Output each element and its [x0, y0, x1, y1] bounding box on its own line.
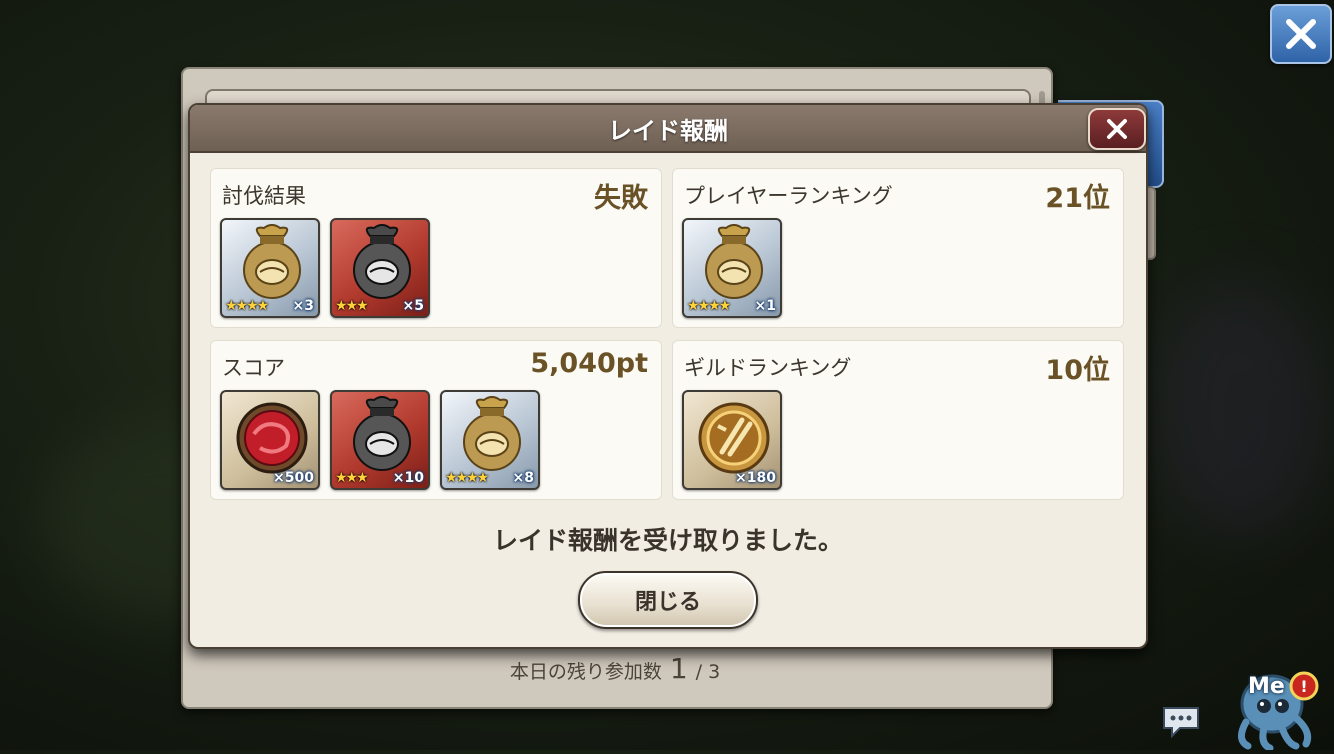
silver-pouch-icon — [243, 224, 301, 299]
reward-items: ★★★★ ×3 ★★★ ×5 — [220, 218, 430, 318]
rarity-stars: ★★★★ — [225, 298, 269, 314]
close-button[interactable]: 閉じる — [578, 571, 758, 629]
item-quantity: ×3 — [292, 298, 314, 314]
received-message: レイド報酬を受け取りました。 — [492, 526, 843, 555]
section-guild-ranking: ギルドランキング 10位 ×180 — [672, 340, 1124, 500]
chat-icon[interactable] — [1160, 704, 1202, 740]
rarity-stars: ★★★ — [335, 470, 369, 486]
item-quantity: ×10 — [392, 470, 424, 486]
section-value: 21位 — [1045, 183, 1110, 214]
mascot-label: Me — [1248, 674, 1285, 699]
dialog-header: レイド報酬 — [190, 105, 1146, 153]
close-icon — [1286, 19, 1316, 49]
rarity-stars: ★★★ — [335, 298, 369, 314]
top-close-button[interactable] — [1270, 4, 1332, 64]
reward-item[interactable]: ★★★ ×10 — [330, 390, 430, 490]
close-icon — [1107, 119, 1127, 139]
mascot-me-button[interactable]: ! Me — [1226, 656, 1326, 754]
dark-pouch-icon — [353, 224, 411, 299]
item-quantity: ×8 — [512, 470, 534, 486]
silver-pouch-icon — [705, 224, 763, 299]
rarity-stars: ★★★★ — [687, 298, 731, 314]
mascot-icon: ! — [1238, 671, 1319, 752]
guild-medal-icon — [698, 402, 770, 474]
reward-items: ×500 ★★★ ×10 ★★★★ ×8 — [220, 390, 540, 490]
reward-item[interactable]: ×180 — [682, 390, 782, 490]
reward-item[interactable]: ★★★★ ×8 — [440, 390, 540, 490]
section-value: 5,040pt — [530, 348, 648, 379]
dark-pouch-icon — [353, 396, 411, 471]
section-value: 失敗 — [594, 183, 648, 214]
section-defeat-result: 討伐結果 失敗 ★★★★ ×3 ★★★ ×5 — [210, 168, 662, 328]
section-title: スコア — [222, 356, 285, 380]
reward-item[interactable]: ★★★★ ×1 — [682, 218, 782, 318]
background-shadow — [1150, 280, 1330, 540]
remaining-participations: 本日の残り参加数 1 / 3 — [181, 652, 1049, 692]
item-quantity: ×5 — [402, 298, 424, 314]
reward-item[interactable]: ★★★★ ×3 — [220, 218, 320, 318]
raid-reward-dialog: レイド報酬 討伐結果 失敗 ★★★★ ×3 ★★★ ×5 プレイヤーランキング 21位… — [188, 103, 1148, 649]
remaining-total: / 3 — [695, 661, 721, 683]
svg-text:!: ! — [1300, 677, 1307, 696]
remaining-count: 1 — [669, 652, 688, 685]
dialog-title: レイド報酬 — [608, 116, 728, 145]
reward-item[interactable]: ★★★ ×5 — [330, 218, 430, 318]
reward-items: ★★★★ ×1 — [682, 218, 782, 318]
section-value: 10位 — [1045, 355, 1110, 386]
rarity-stars: ★★★★ — [445, 470, 489, 486]
item-quantity: ×500 — [273, 470, 314, 486]
section-title: 討伐結果 — [222, 184, 306, 208]
silver-pouch-icon — [463, 396, 521, 471]
remaining-label: 本日の残り参加数 — [509, 661, 662, 683]
dialog-close-button[interactable] — [1088, 108, 1146, 150]
section-player-ranking: プレイヤーランキング 21位 ★★★★ ×1 — [672, 168, 1124, 328]
item-quantity: ×1 — [754, 298, 776, 314]
item-quantity: ×180 — [735, 470, 776, 486]
reward-items: ×180 — [682, 390, 782, 490]
section-title: プレイヤーランキング — [684, 184, 893, 208]
reward-item[interactable]: ×500 — [220, 390, 320, 490]
section-title: ギルドランキング — [684, 356, 852, 380]
section-score: スコア 5,040pt ×500 ★★★ ×10 ★★★★ ×8 — [210, 340, 662, 500]
red-gem-icon — [236, 402, 308, 474]
